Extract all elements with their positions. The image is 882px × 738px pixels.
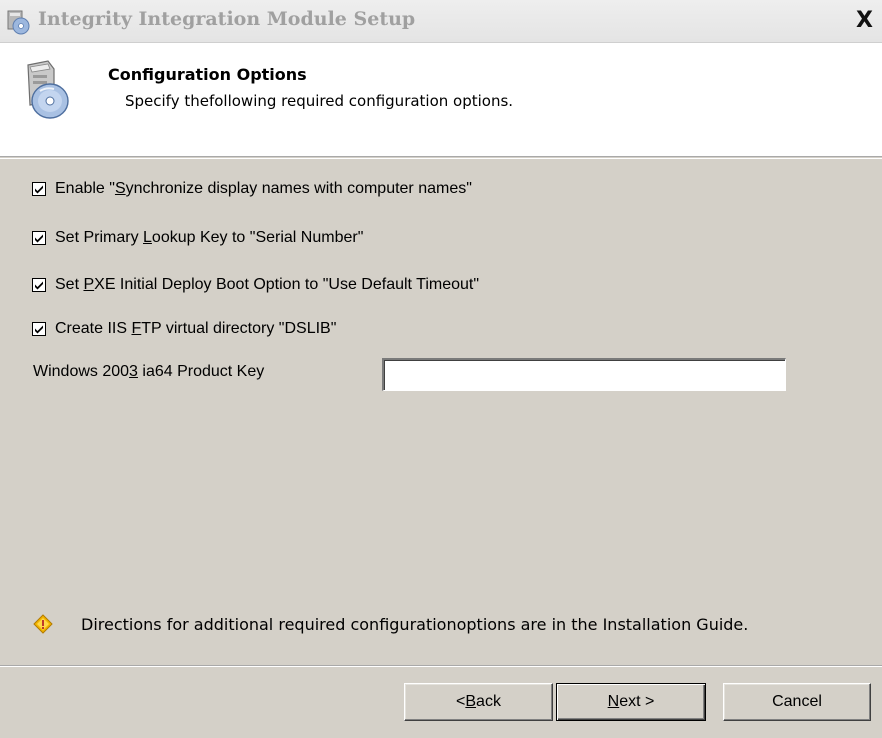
option-synchronize-display-names[interactable]: Enable "Synchronize display names with c… (32, 178, 472, 200)
wizard-header: Configuration Options Specify thefollowi… (0, 43, 882, 159)
checkbox-primary-lookup[interactable] (32, 231, 46, 245)
checkmark-icon (35, 234, 43, 243)
header-title: Configuration Options (108, 65, 307, 84)
option-iis-ftp[interactable]: Create IIS FTP virtual directory "DSLIB" (32, 318, 336, 340)
cancel-button[interactable]: Cancel (723, 683, 871, 721)
option-label: Set Primary Lookup Key to "Serial Number… (55, 229, 364, 246)
window-title: Integrity Integration Module Setup (38, 8, 416, 30)
option-label: Create IIS FTP virtual directory "DSLIB" (55, 320, 337, 337)
product-key-label: Windows 2003 ia64 Product Key (33, 363, 265, 380)
checkbox-pxe-boot[interactable] (32, 278, 46, 292)
option-label: Enable "Synchronize display names with c… (55, 180, 472, 197)
info-note: Directions for additional required confi… (33, 614, 748, 634)
close-button[interactable]: X (856, 6, 882, 36)
title-bar[interactable]: Integrity Integration Module Setup X (0, 0, 882, 43)
setup-cd-icon (7, 10, 30, 35)
checkbox-iis-ftp[interactable] (32, 322, 46, 336)
info-text: Directions for additional required confi… (81, 614, 749, 634)
setup-cd-icon (27, 60, 69, 119)
option-label: Set PXE Initial Deploy Boot Option to "U… (55, 276, 480, 293)
back-button[interactable]: < Back (404, 683, 553, 721)
option-pxe-boot[interactable]: Set PXE Initial Deploy Boot Option to "U… (32, 274, 479, 296)
header-subtitle: Specify thefollowing required configurat… (125, 92, 514, 110)
checkmark-icon (35, 281, 43, 290)
checkbox-synchronize[interactable] (32, 182, 46, 196)
button-separator (0, 665, 882, 667)
option-primary-lookup-key[interactable]: Set Primary Lookup Key to "Serial Number… (32, 227, 363, 249)
next-button[interactable]: Next > (556, 683, 706, 721)
product-key-input[interactable] (382, 358, 786, 391)
checkmark-icon (35, 325, 43, 334)
setup-window: Integrity Integration Module Setup X Con… (0, 0, 882, 738)
checkmark-icon (35, 185, 43, 194)
options-panel: Enable "Synchronize display names with c… (0, 160, 882, 660)
warning-diamond-icon (33, 614, 53, 634)
